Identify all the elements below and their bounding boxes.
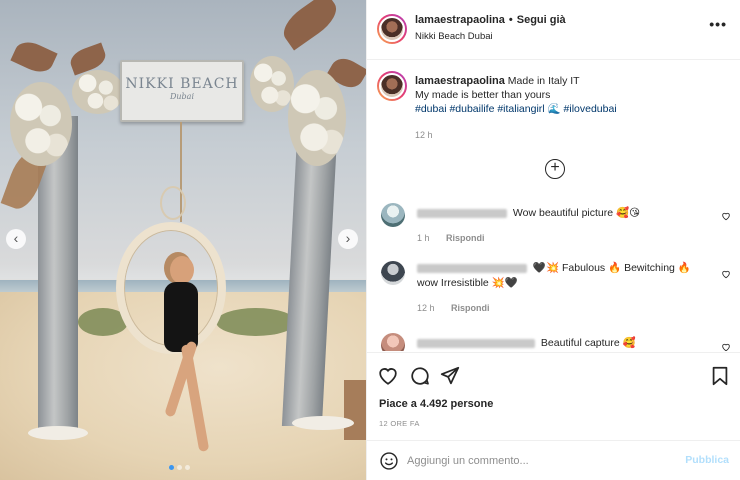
carousel-dot [177, 465, 182, 470]
wooden-deck [344, 380, 366, 440]
dreamcatcher [160, 186, 186, 220]
hashtag-link[interactable]: #dubailife [449, 103, 494, 115]
carousel-dots [169, 465, 190, 470]
more-horizontal-icon: ••• [709, 16, 727, 32]
author-avatar[interactable] [377, 14, 407, 44]
comment-icon[interactable] [409, 365, 431, 387]
pillar-base [292, 416, 354, 430]
sign-title: NIKKI BEACH [125, 76, 239, 92]
heart-icon[interactable] [377, 365, 399, 387]
comment-heart-icon[interactable] [721, 269, 731, 279]
post-caption: lamaestrapaolina Made in Italy IT My mad… [415, 74, 715, 142]
wave-emoji: 🌊 [547, 103, 561, 115]
comments-scroll-area[interactable]: lamaestrapaolina Made in Italy IT My mad… [367, 61, 740, 351]
caption-time[interactable]: 12 h [415, 128, 433, 142]
commenter-username-blurred[interactable] [417, 208, 507, 218]
chevron-left-icon: ‹ [13, 230, 19, 246]
caption-avatar[interactable] [377, 71, 407, 101]
following-button[interactable]: Segui già [517, 14, 566, 26]
send-icon[interactable] [439, 365, 461, 387]
nikki-beach-sign: NIKKI BEACH Dubai [120, 60, 244, 122]
hashtag-link[interactable]: #ilovedubai [564, 103, 617, 115]
comment-text-line: 🖤💥 Fabulous 🔥 Bewitching 🔥 wow Irresisti… [417, 261, 707, 291]
plus-circle-icon: + [550, 159, 560, 176]
reply-button[interactable]: Rispondi [446, 233, 485, 243]
more-options-button[interactable]: ••• [709, 16, 727, 32]
comment-time[interactable]: 1 h [417, 233, 430, 243]
comment-text: Beautiful capture 🥰 [540, 337, 636, 349]
publish-button[interactable]: Pubblica [685, 454, 729, 466]
comment-text: Wow beautiful picture 🥰😘 [512, 207, 641, 219]
pillar-base [28, 426, 88, 440]
reply-button[interactable]: Rispondi [451, 303, 490, 313]
carousel-prev-button[interactable]: ‹ [6, 229, 26, 249]
author-username[interactable]: lamaestrapaolina [415, 14, 505, 26]
commenter-avatar[interactable] [381, 203, 405, 227]
carousel-dot [185, 465, 190, 470]
commenter-username-blurred[interactable] [417, 263, 527, 273]
caption-line2: My made is better than yours [415, 89, 551, 101]
comment-input[interactable] [407, 450, 677, 472]
comment-composer: Pubblica [367, 440, 740, 480]
hashtags: #dubai #dubailife #italiangirl 🌊 #iloved… [415, 103, 617, 115]
comment-heart-icon[interactable] [721, 211, 731, 221]
post-actions: Piace a 4.492 persone 12 ORE FA [367, 352, 740, 442]
bookmark-icon[interactable] [709, 365, 731, 387]
flower-arrangement [250, 56, 294, 112]
caption-line1: Made in Italy IT [507, 75, 580, 87]
dried-leaf [276, 0, 344, 51]
chevron-right-icon: › [345, 230, 351, 246]
caption-username[interactable]: lamaestrapaolina [415, 75, 505, 87]
grass-patch [216, 308, 296, 336]
comment-meta: 12 h Rispondi [417, 303, 490, 313]
comment-text-line: Beautiful capture 🥰 [417, 336, 707, 351]
sign-subtitle: Dubai [169, 92, 194, 101]
commenter-username-blurred[interactable] [417, 338, 535, 348]
flower-arrangement [10, 82, 72, 166]
carousel-next-button[interactable]: › [338, 229, 358, 249]
commenter-avatar[interactable] [381, 261, 405, 285]
comment-text-line: Wow beautiful picture 🥰😘 [417, 206, 707, 221]
hashtag-link[interactable]: #italiangirl [497, 103, 544, 115]
commenter-avatar[interactable] [381, 333, 405, 351]
flower-arrangement [72, 70, 124, 114]
person-head [170, 256, 194, 284]
carousel-dot [169, 465, 174, 470]
comment-meta: 1 h Rispondi [417, 233, 485, 243]
post-location[interactable]: Nikki Beach Dubai [415, 31, 493, 42]
comment-time[interactable]: 12 h [417, 303, 435, 313]
comment-heart-icon[interactable] [721, 342, 731, 351]
flower-arrangement [288, 70, 346, 166]
separator-dot: • [508, 14, 513, 26]
load-more-comments-button[interactable]: + [545, 159, 565, 179]
emoji-icon[interactable] [379, 451, 399, 471]
author-line: lamaestrapaolina • Segui già [415, 14, 566, 26]
post-date[interactable]: 12 ORE FA [379, 419, 420, 428]
hashtag-link[interactable]: #dubai [415, 103, 447, 115]
dried-leaf [10, 36, 58, 78]
post-side-panel: lamaestrapaolina • Segui già Nikki Beach D… [366, 0, 740, 480]
post-header: lamaestrapaolina • Segui già Nikki Beach D… [367, 0, 740, 60]
post-photo[interactable]: NIKKI BEACH Dubai ‹ › [0, 0, 366, 480]
likes-count[interactable]: Piace a 4.492 persone [379, 398, 493, 410]
